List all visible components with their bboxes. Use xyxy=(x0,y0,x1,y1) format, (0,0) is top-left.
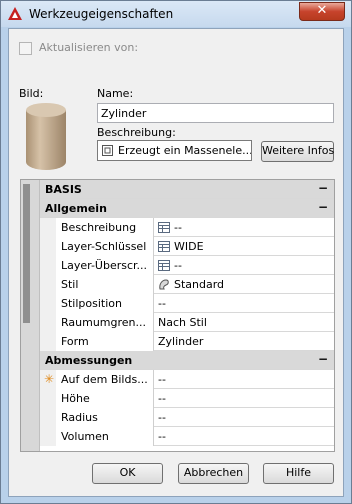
update-from-label: Aktualisieren von: xyxy=(39,41,139,54)
property-value-text: -- xyxy=(158,411,166,424)
section-header-basis[interactable]: BASIS − xyxy=(40,180,334,199)
more-info-button[interactable]: Weitere Infos xyxy=(261,141,334,162)
table-icon xyxy=(158,241,170,252)
property-row-beschreibung[interactable]: Beschreibung -- xyxy=(40,218,334,237)
property-value-text: -- xyxy=(158,430,166,443)
collapse-icon[interactable]: − xyxy=(318,352,328,366)
collapse-icon[interactable]: − xyxy=(318,181,328,195)
property-label: Auf dem Bilds... xyxy=(40,370,154,389)
ok-button[interactable]: OK xyxy=(92,463,163,484)
image-label: Bild: xyxy=(19,87,44,100)
scrollbar-thumb[interactable] xyxy=(23,184,30,323)
property-row-layer-ueberschreibung[interactable]: Layer-Überscr... -- xyxy=(40,256,334,275)
property-row-radius[interactable]: Radius -- xyxy=(40,408,334,427)
asterisk-marker-icon: ✳ xyxy=(44,372,55,386)
row-gutter xyxy=(40,256,56,275)
property-value-text: Nach Stil xyxy=(158,316,207,329)
cancel-button[interactable]: Abbrechen xyxy=(178,463,249,484)
dialog-client-area: Aktualisieren von: Bild: Name: Zylinder … xyxy=(8,28,344,497)
property-value-text: Standard xyxy=(174,278,225,291)
style-icon xyxy=(159,279,169,290)
group-header-abmessungen[interactable]: Abmessungen − xyxy=(40,351,334,370)
property-value-text: -- xyxy=(158,373,166,386)
name-label: Name: xyxy=(97,87,134,100)
property-value-text: Zylinder xyxy=(158,335,204,348)
property-value-text: WIDE xyxy=(174,240,204,253)
property-label: Höhe xyxy=(40,389,154,408)
table-icon xyxy=(158,222,170,233)
property-grid: BASIS − Allgemein − Beschreibung -- Laye… xyxy=(20,179,335,452)
property-value[interactable]: Standard xyxy=(155,275,333,294)
row-gutter xyxy=(40,218,56,237)
row-gutter xyxy=(40,294,56,313)
property-row-auf-dem-bildschirm[interactable]: Auf dem Bilds... ✳ -- xyxy=(40,370,334,389)
property-label: Stilposition xyxy=(40,294,154,313)
property-row-form[interactable]: Form Zylinder xyxy=(40,332,334,351)
window-title: Werkzeugeigenschaften xyxy=(29,7,174,21)
property-value[interactable]: Nach Stil xyxy=(155,313,333,332)
property-label: Raumumgren... xyxy=(40,313,154,332)
title-bar[interactable]: Werkzeugeigenschaften ✕ xyxy=(1,1,351,27)
property-label: Volumen xyxy=(40,427,154,446)
property-value[interactable]: -- xyxy=(155,218,333,237)
property-row-stilposition[interactable]: Stilposition -- xyxy=(40,294,334,313)
row-gutter: ✳ xyxy=(40,370,56,389)
group-header-allgemein[interactable]: Allgemein − xyxy=(40,199,334,218)
property-row-raumumgrenzung[interactable]: Raumumgren... Nach Stil xyxy=(40,313,334,332)
group-title: Allgemein xyxy=(45,202,107,215)
property-value[interactable]: Zylinder xyxy=(155,332,333,351)
property-row-stil[interactable]: Stil Standard xyxy=(40,275,334,294)
update-from-checkbox[interactable] xyxy=(19,42,32,55)
property-label: Layer-Schlüssel xyxy=(40,237,154,256)
property-value[interactable]: -- xyxy=(155,389,333,408)
row-gutter xyxy=(40,332,56,351)
property-value[interactable]: -- xyxy=(155,294,333,313)
row-gutter xyxy=(40,313,56,332)
table-icon xyxy=(158,260,170,271)
row-gutter xyxy=(40,237,56,256)
property-value[interactable]: -- xyxy=(155,427,333,446)
property-row-layer-schluessel[interactable]: Layer-Schlüssel WIDE xyxy=(40,237,334,256)
row-gutter xyxy=(40,427,56,446)
row-gutter xyxy=(40,389,56,408)
property-row-hoehe[interactable]: Höhe -- xyxy=(40,389,334,408)
property-label: Layer-Überscr... xyxy=(40,256,154,275)
dialog-window: Werkzeugeigenschaften ✕ Aktualisieren vo… xyxy=(0,0,352,504)
property-label: Beschreibung xyxy=(40,218,154,237)
group-title: Abmessungen xyxy=(45,354,133,367)
property-value-text: -- xyxy=(174,221,182,234)
description-value: Erzeugt ein Massenele... xyxy=(118,144,252,157)
property-value[interactable]: WIDE xyxy=(155,237,333,256)
section-title: BASIS xyxy=(45,183,82,196)
property-value[interactable]: -- xyxy=(155,408,333,427)
property-value[interactable]: -- xyxy=(155,370,333,389)
property-label: Form xyxy=(40,332,154,351)
property-value-text: -- xyxy=(158,297,166,310)
cylinder-preview-icon xyxy=(26,103,66,170)
property-label: Radius xyxy=(40,408,154,427)
autocad-app-icon xyxy=(8,7,22,20)
close-button[interactable]: ✕ xyxy=(299,2,345,21)
property-grid-rows: BASIS − Allgemein − Beschreibung -- Laye… xyxy=(40,180,334,446)
description-doc-icon xyxy=(102,145,113,156)
property-value-text: -- xyxy=(158,392,166,405)
property-value[interactable]: -- xyxy=(155,256,333,275)
property-label: Stil xyxy=(40,275,154,294)
property-grid-scrollbar[interactable] xyxy=(21,180,40,451)
row-gutter xyxy=(40,275,56,294)
description-field[interactable]: Erzeugt ein Massenele... xyxy=(97,140,252,161)
property-value-text: -- xyxy=(174,259,182,272)
collapse-icon[interactable]: − xyxy=(318,200,328,214)
property-row-volumen[interactable]: Volumen -- xyxy=(40,427,334,446)
name-input[interactable]: Zylinder xyxy=(97,103,334,123)
row-gutter xyxy=(40,408,56,427)
description-label: Beschreibung: xyxy=(97,126,176,139)
help-button[interactable]: Hilfe xyxy=(263,463,334,484)
